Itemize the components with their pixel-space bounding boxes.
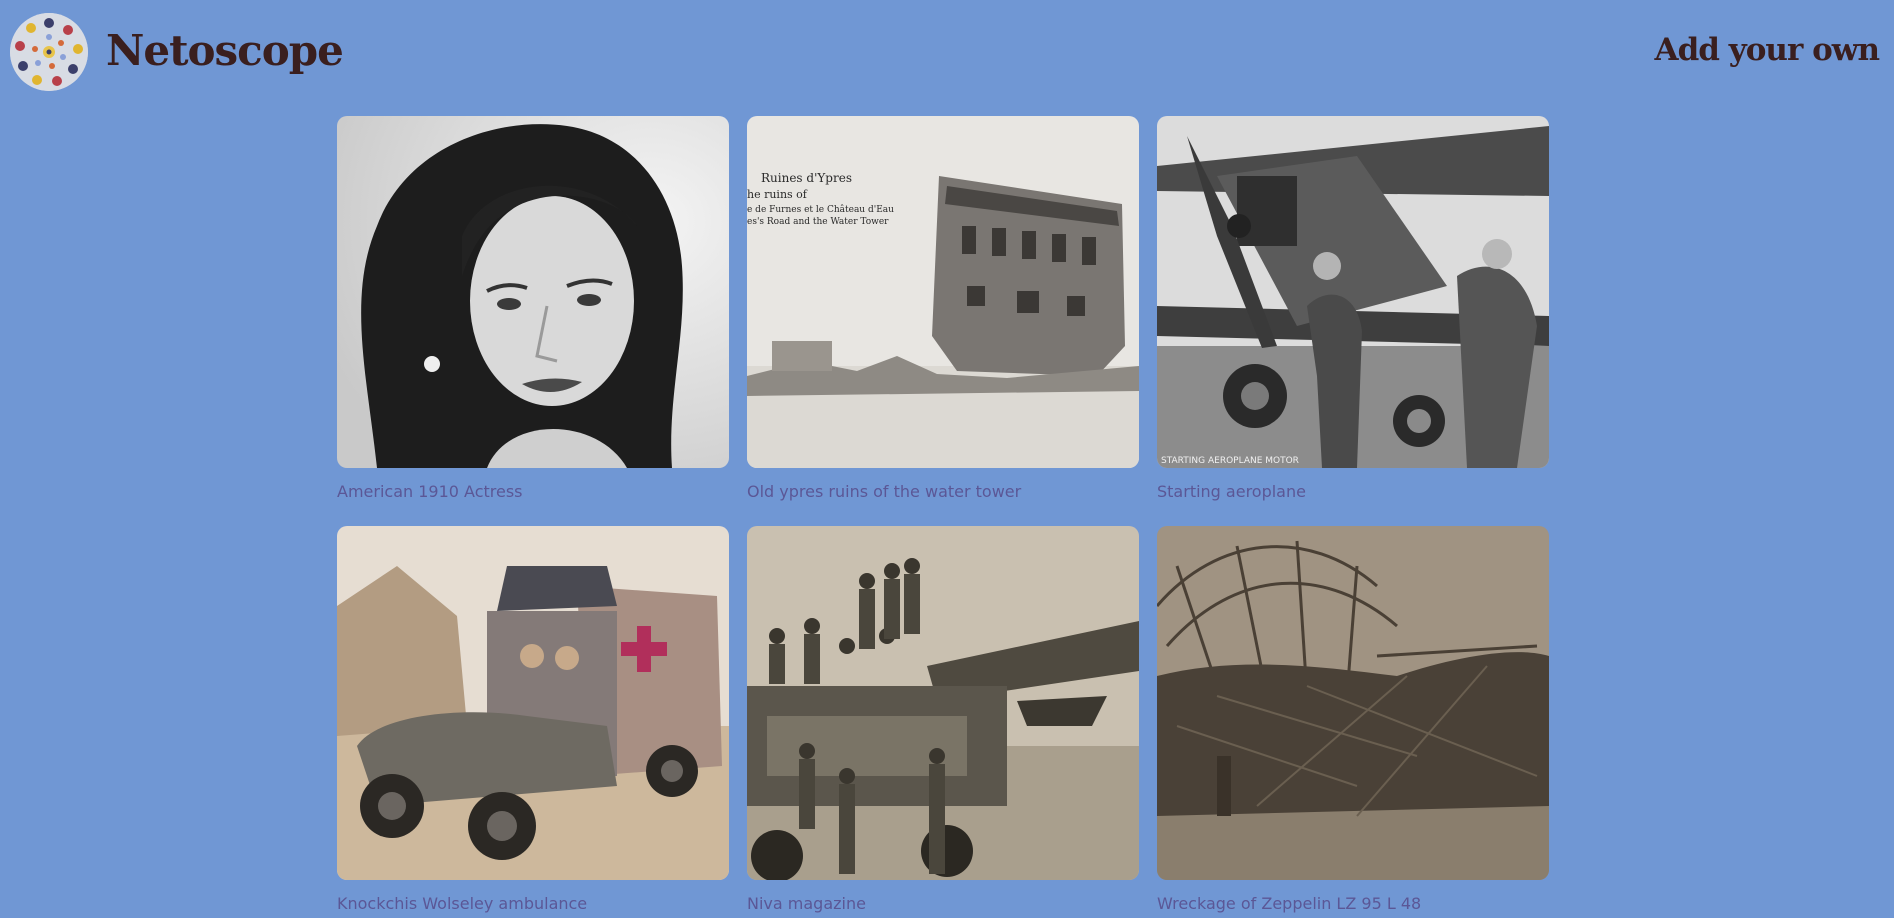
gallery-card-zeppelin[interactable]: Wreckage of Zeppelin LZ 95 L 48 — [1157, 526, 1549, 914]
photo-zeppelin-wreckage[interactable] — [1157, 526, 1549, 880]
gallery-card-actress[interactable]: American 1910 Actress — [337, 116, 729, 502]
photo-starting-aeroplane[interactable]: STARTING AEROPLANE MOTOR — [1157, 116, 1549, 468]
photo-american-actress[interactable] — [337, 116, 729, 468]
add-your-own-link[interactable]: Add your own — [1655, 28, 1880, 72]
photo-ypres-ruins[interactable]: Ruines d'Ypres he ruins of e de Furnes e… — [747, 116, 1139, 468]
site-title[interactable]: Netoscope — [106, 22, 344, 80]
site-header: Netoscope Add your own — [0, 0, 1894, 110]
gallery-card-aeroplane[interactable]: STARTING AEROPLANE MOTOR Starting aeropl… — [1157, 116, 1549, 502]
photo-overlay-title: Ruines d'Ypres — [761, 171, 852, 185]
gallery-card-ambulance[interactable]: Knockchis Wolseley ambulance — [337, 526, 729, 914]
photo-niva-magazine[interactable] — [747, 526, 1139, 880]
caption-american-actress[interactable]: American 1910 Actress — [337, 482, 729, 502]
gallery-card-niva[interactable]: Niva magazine — [747, 526, 1139, 914]
photo-wolseley-ambulance[interactable] — [337, 526, 729, 880]
netoscope-logo-icon[interactable] — [10, 13, 88, 91]
photo-overlay-line3: e de Furnes et le Château d'Eau — [747, 204, 894, 215]
photo-overlay-line2: he ruins of — [747, 188, 808, 201]
photo-overlay-line4: es's Road and the Water Tower — [747, 217, 889, 227]
photo-overlay-caption: STARTING AEROPLANE MOTOR — [1161, 456, 1299, 466]
gallery-card-ypres[interactable]: Ruines d'Ypres he ruins of e de Furnes e… — [747, 116, 1139, 502]
caption-ypres-ruins[interactable]: Old ypres ruins of the water tower — [747, 482, 1139, 502]
caption-starting-aeroplane[interactable]: Starting aeroplane — [1157, 482, 1549, 502]
caption-zeppelin-wreckage[interactable]: Wreckage of Zeppelin LZ 95 L 48 — [1157, 894, 1549, 914]
caption-wolseley-ambulance[interactable]: Knockchis Wolseley ambulance — [337, 894, 729, 914]
caption-niva-magazine[interactable]: Niva magazine — [747, 894, 1139, 914]
